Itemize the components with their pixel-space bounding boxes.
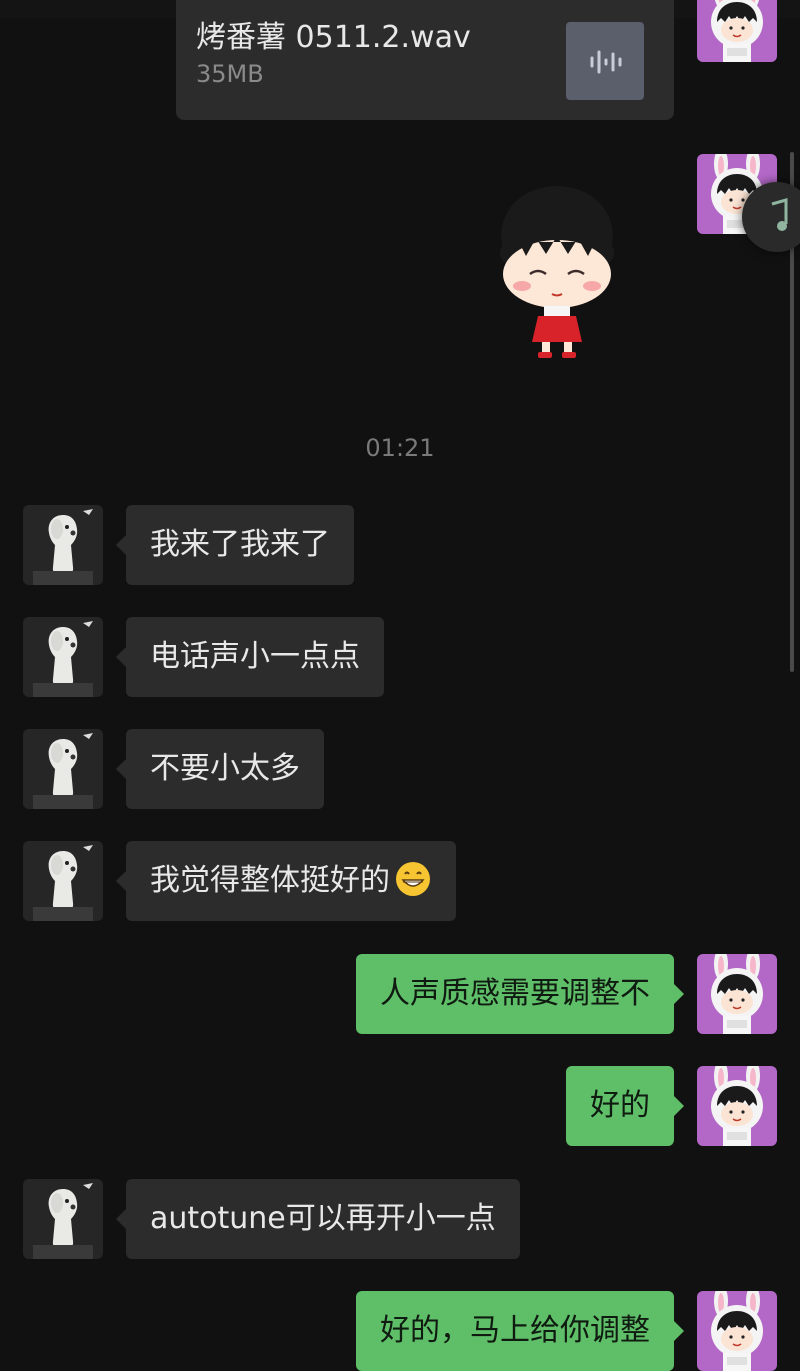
cartoon-girl-sticker[interactable] <box>482 182 632 364</box>
timestamp: 01:21 <box>365 434 435 462</box>
message-bubble-outgoing[interactable]: 人声质感需要调整不 <box>356 954 684 1034</box>
message-bubble-incoming[interactable]: 不要小太多 <box>116 729 324 809</box>
my-avatar[interactable] <box>697 1066 777 1146</box>
message-text: 不要小太多 <box>150 751 300 786</box>
contact-avatar[interactable] <box>23 617 103 697</box>
contact-avatar[interactable] <box>23 841 103 921</box>
file-name: 烤番薯 0511.2.wav <box>196 20 471 55</box>
message-bubble-incoming[interactable]: 电话声小一点点 <box>116 617 384 697</box>
message-text: 我觉得整体挺好的 <box>150 863 390 898</box>
file-message-card[interactable]: 烤番薯 0511.2.wav 35MB <box>176 0 674 120</box>
message-text: 电话声小一点点 <box>150 639 360 674</box>
message-text: 好的，马上给你调整 <box>380 1313 650 1348</box>
my-avatar[interactable] <box>697 1291 777 1371</box>
file-size: 35MB <box>196 60 264 88</box>
message-bubble-incoming[interactable]: 我觉得整体挺好的 <box>116 841 456 921</box>
message-text: 好的 <box>590 1088 650 1123</box>
my-avatar[interactable] <box>697 954 777 1034</box>
audio-file-icon <box>566 22 644 100</box>
message-text: 人声质感需要调整不 <box>380 976 650 1011</box>
grinning-face-icon <box>394 860 432 898</box>
music-note-icon[interactable] <box>742 182 800 252</box>
contact-avatar[interactable] <box>23 1179 103 1259</box>
my-avatar[interactable] <box>697 0 777 62</box>
contact-avatar[interactable] <box>23 505 103 585</box>
message-bubble-outgoing[interactable]: 好的，马上给你调整 <box>356 1291 684 1371</box>
message-bubble-outgoing[interactable]: 好的 <box>566 1066 684 1146</box>
contact-avatar[interactable] <box>23 729 103 809</box>
message-text: 我来了我来了 <box>150 527 330 562</box>
message-bubble-incoming[interactable]: autotune可以再开小一点 <box>116 1179 520 1259</box>
message-bubble-incoming[interactable]: 我来了我来了 <box>116 505 354 585</box>
message-text: autotune可以再开小一点 <box>150 1201 496 1236</box>
